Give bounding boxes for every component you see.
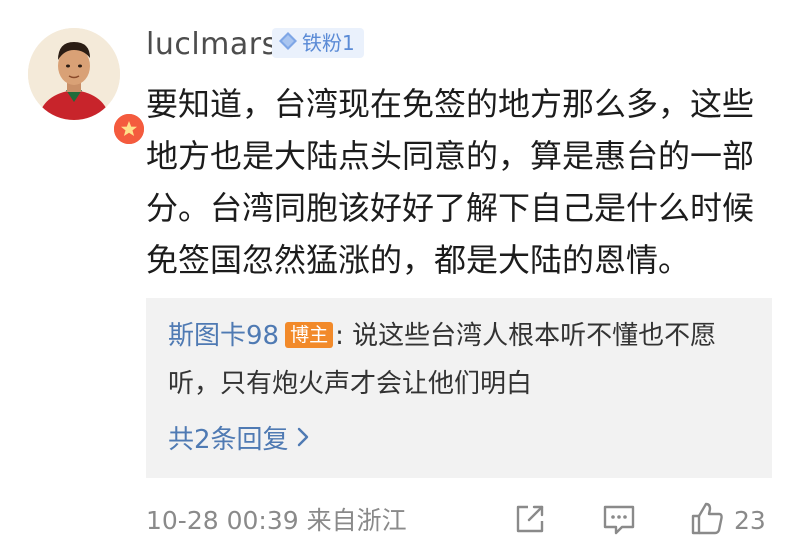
view-all-replies-label: 共2条回复 <box>168 425 289 455</box>
comment-icon <box>600 501 638 541</box>
share-icon <box>512 501 548 541</box>
reply-content: 斯图卡98 博主: 说这些台湾人根本听不懂也不愿听，只有炮火声才会让他们明白 <box>168 312 758 408</box>
reply-author[interactable]: 斯图卡98 <box>168 321 279 351</box>
avatar-image <box>28 28 120 120</box>
thumbs-up-icon <box>688 500 726 542</box>
diamond-icon <box>278 31 298 55</box>
fan-level-badge[interactable]: 铁粉1 <box>272 28 364 58</box>
share-button[interactable] <box>512 500 548 542</box>
reply-button[interactable] <box>600 500 638 542</box>
comment-text: 要知道，台湾现在免签的地方那么多，这些地方也是大陆点头同意的，算是惠台的一部分。… <box>146 85 755 279</box>
like-button[interactable]: 23 <box>688 500 766 542</box>
blogger-badge: 博主 <box>285 322 334 348</box>
user-avatar[interactable] <box>28 28 147 147</box>
reply-preview[interactable]: 斯图卡98 博主: 说这些台湾人根本听不懂也不愿听，只有炮火声才会让他们明白 共2… <box>146 298 772 478</box>
comment-username[interactable]: luclmars <box>146 22 278 68</box>
reply-separator: : <box>335 321 344 351</box>
like-count: 23 <box>734 506 766 535</box>
verified-badge-icon <box>111 111 147 147</box>
comment-time-location: 10-28 00:39 来自浙江 <box>146 506 407 535</box>
chevron-right-icon <box>295 416 311 464</box>
fan-badge-label: 铁粉1 <box>302 31 355 55</box>
view-all-replies-link[interactable]: 共2条回复 <box>168 416 311 464</box>
